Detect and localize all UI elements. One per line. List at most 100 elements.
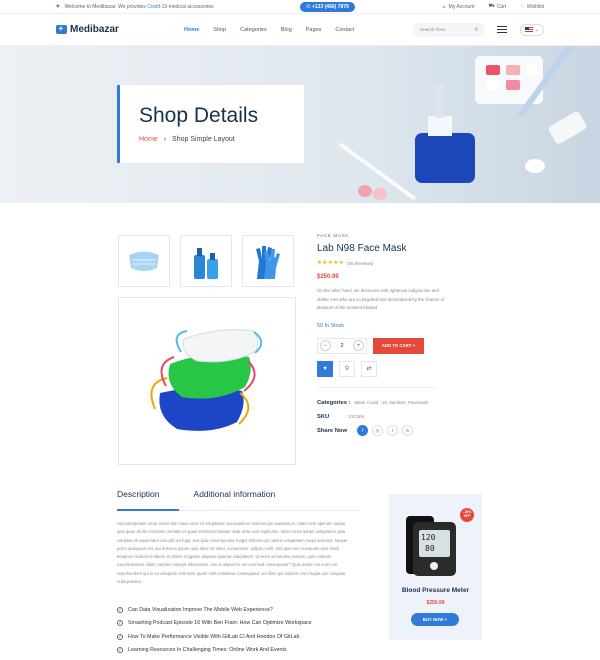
- menu-icon[interactable]: [497, 24, 507, 36]
- user-icon: ☺: [441, 3, 447, 10]
- promo-card[interactable]: - 20% OFF 120 80 Blood Pressure Meter $2…: [389, 494, 482, 640]
- thumbnail-gloves[interactable]: [242, 235, 294, 287]
- tab-additional-information[interactable]: Additional information: [194, 489, 276, 499]
- wishlist-link[interactable]: ♡ Wishlist: [520, 4, 544, 10]
- minus-icon[interactable]: −: [320, 340, 331, 351]
- tab-description[interactable]: Description: [117, 489, 160, 499]
- language-selector[interactable]: ⌄: [520, 23, 544, 36]
- svg-text:80: 80: [425, 544, 435, 553]
- thumbnail-sanitizer[interactable]: [180, 235, 232, 287]
- check-circle-icon: ✓: [117, 606, 123, 613]
- promo-product-name: Blood Pressure Meter: [401, 587, 470, 594]
- product-thumbnails: [118, 235, 294, 287]
- list-item: ✓ Can Data Visualization Improve The Mobi…: [117, 606, 273, 613]
- discount-badge: - 20% OFF: [460, 508, 474, 522]
- quick-view-button[interactable]: ⚲: [339, 360, 355, 377]
- main-header: Medibazar Home Shop Categories Blog Page…: [0, 14, 600, 46]
- quantity-stepper[interactable]: − 2 +: [317, 337, 367, 354]
- nav-home[interactable]: Home: [184, 27, 199, 33]
- thumbnail-mask[interactable]: [118, 235, 170, 287]
- heart-icon: ♥: [323, 365, 327, 372]
- nav-categories[interactable]: Categories: [240, 27, 267, 33]
- categories-value[interactable]: Mask, Covid - 19, Sanitizer, Facemask: [355, 400, 428, 405]
- product-rating: ★★★★★ (05 Reviews): [317, 260, 457, 266]
- twitter-icon[interactable]: t: [386, 425, 398, 436]
- brand-name: Medibazar: [70, 24, 119, 35]
- nav-pages[interactable]: Pages: [306, 27, 322, 33]
- nav-blog[interactable]: Blog: [281, 27, 292, 33]
- logo[interactable]: Medibazar: [56, 24, 184, 35]
- product-price: $250.99: [317, 274, 339, 280]
- welcome-text: Welcome to Medibazar. We provides Covid-…: [64, 3, 214, 10]
- sku-label: SKU: [317, 413, 330, 420]
- breadcrumb-home[interactable]: Home: [139, 136, 158, 143]
- page-banner: Shop Details Home › Shop Simple Layout: [0, 46, 600, 203]
- quantity-value[interactable]: 2: [340, 343, 343, 349]
- sku-value: : 01C0K6: [346, 414, 365, 419]
- face-mask-image: [150, 329, 263, 431]
- feature-list: ✓ Can Data Visualization Improve The Mobi…: [117, 603, 367, 657]
- compare-button[interactable]: ⇄: [361, 360, 377, 377]
- product-meta: Categories : Mask, Covid - 19, Sanitizer,…: [317, 396, 457, 438]
- star-icons: ★★★★★: [317, 260, 345, 266]
- product-description: On the other hand, we denounce with righ…: [317, 288, 445, 310]
- gloves-image: [256, 246, 280, 279]
- check-circle-icon: ✓: [117, 633, 123, 640]
- check-circle-icon: ✓: [117, 647, 123, 654]
- purchase-row: − 2 + ADD TO CART +: [317, 337, 457, 354]
- tab-underline: [117, 509, 359, 511]
- list-item: ✓ Smashing Podcast Episode 16 With Ben Fr…: [117, 620, 312, 627]
- medical-kit-icon: [56, 24, 67, 34]
- search-input[interactable]: Search here ⚲: [413, 22, 485, 37]
- search-icon: ⚲: [344, 366, 350, 372]
- sanitizer-image: [194, 248, 218, 279]
- nav-shop[interactable]: Shop: [213, 27, 226, 33]
- cart-link[interactable]: ⛟ Cart: [489, 3, 507, 10]
- account-link[interactable]: ☺ My Account: [442, 4, 475, 10]
- wishlist-button[interactable]: ♥: [317, 360, 333, 377]
- list-item: ✓ How To Make Performance Visible With Gi…: [117, 633, 300, 640]
- product-main-image[interactable]: [118, 297, 296, 465]
- page-title: Shop Details: [139, 104, 259, 127]
- mask-image: [129, 251, 159, 271]
- blood-pressure-meter-image: 120 80: [406, 516, 456, 576]
- nav-contact[interactable]: Contact: [335, 27, 354, 33]
- facebook-icon[interactable]: f: [356, 425, 368, 436]
- categories-label: Categories :: [317, 399, 351, 406]
- medical-supplies-image: [338, 46, 587, 201]
- phone-button[interactable]: ✆ +133 (466) 7879: [300, 1, 355, 12]
- svg-text:120: 120: [421, 533, 436, 542]
- product-tabs: Description Additional information: [117, 489, 357, 499]
- check-circle-icon: ✓: [117, 620, 123, 627]
- review-count[interactable]: (05 Reviews): [347, 261, 373, 266]
- top-bar: ♥ Welcome to Medibazar. We provides Covi…: [0, 0, 600, 14]
- chevron-right-icon: ›: [163, 136, 167, 143]
- product-name: Lab N98 Face Mask: [317, 243, 407, 254]
- promo-price: $250.99: [426, 600, 445, 606]
- product-category: FACE MASK: [317, 234, 349, 239]
- list-item: ✓ Learning Resources In Challenging Times…: [117, 647, 287, 654]
- cart-icon: ⛟: [488, 3, 495, 9]
- chevron-down-icon: ⌄: [535, 27, 539, 32]
- compare-icon: ⇄: [366, 366, 372, 372]
- plus-icon[interactable]: +: [353, 340, 364, 351]
- description-text: Sed perspiciatis unde omnis iste natus e…: [117, 521, 348, 585]
- breadcrumb: Home › Shop Simple Layout: [139, 136, 285, 143]
- breadcrumb-current: Shop Simple Layout: [172, 136, 235, 143]
- heart-outline-icon: ♡: [520, 3, 525, 10]
- share-label: Share Now: [317, 427, 347, 434]
- google-icon[interactable]: G: [401, 425, 413, 436]
- product-info: FACE MASK Lab N98 Face Mask ★★★★★ (05 Re…: [317, 234, 457, 438]
- divider: [317, 386, 437, 388]
- stock-status: 50 In Stock: [317, 322, 344, 329]
- main-nav: Home Shop Categories Blog Pages Contact: [184, 27, 413, 33]
- page-title-card: Shop Details Home › Shop Simple Layout: [117, 85, 304, 163]
- instagram-icon[interactable]: ◎: [371, 425, 383, 436]
- us-flag-icon: [525, 27, 534, 32]
- heart-icon: ♥: [56, 3, 60, 10]
- buy-now-button[interactable]: BUY NOW +: [411, 613, 459, 626]
- search-icon: ⚲: [474, 26, 478, 32]
- product-actions: ♥ ⚲ ⇄: [317, 360, 457, 377]
- add-to-cart-button[interactable]: ADD TO CART +: [373, 337, 424, 354]
- covid-link[interactable]: Covid-19: [147, 4, 167, 10]
